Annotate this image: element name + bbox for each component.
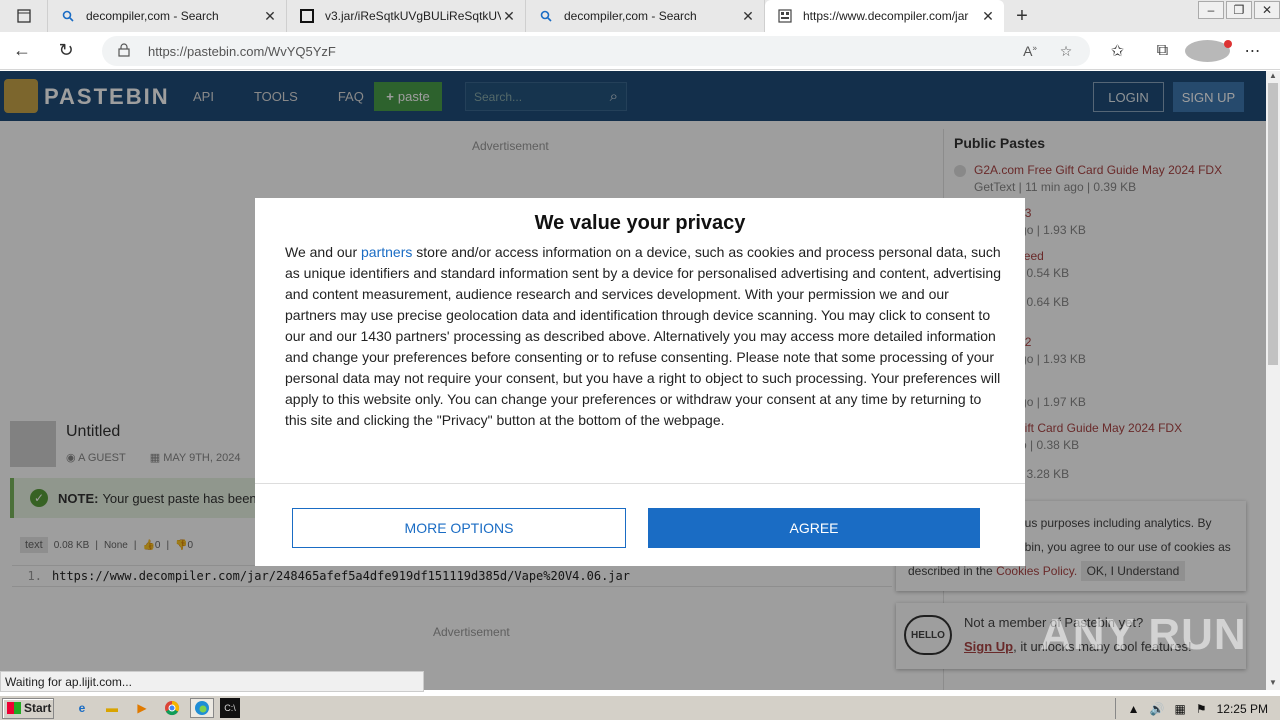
avatar: [1185, 40, 1232, 62]
more-options-button[interactable]: MORE OPTIONS: [292, 508, 626, 548]
address-bar: ← ↻ https://pastebin.com/WvYQ5YzF A» ☆ ✩…: [0, 32, 1280, 70]
refresh-button[interactable]: ↻: [44, 32, 88, 70]
edge-icon[interactable]: [190, 698, 214, 718]
privacy-consent-dialog: We value your privacy We and our partner…: [255, 198, 1025, 566]
more-options-icon[interactable]: ⋯: [1230, 41, 1275, 61]
url-text: https://pastebin.com/WvYQ5YzF: [148, 43, 336, 59]
volume-icon[interactable]: 🔊: [1150, 702, 1165, 716]
url-field[interactable]: https://pastebin.com/WvYQ5YzF: [102, 36, 1090, 66]
browser-tab-3[interactable]: decompiler,com - Search ✕: [526, 0, 765, 32]
search-icon: [60, 8, 76, 24]
partners-link[interactable]: partners: [361, 244, 412, 260]
close-window-button[interactable]: ✕: [1254, 1, 1280, 19]
taskbar: Start e ▬ ▶ C:\ ▲ 🔊 ▦ ⚑ 12:25 PM: [0, 695, 1280, 720]
arrow-left-icon: ←: [13, 40, 31, 60]
system-tray: ▲ 🔊 ▦ ⚑ 12:25 PM: [1114, 698, 1280, 719]
clock[interactable]: 12:25 PM: [1217, 702, 1268, 716]
close-tab-icon[interactable]: ✕: [980, 8, 996, 25]
dialog-title: We value your privacy: [534, 212, 746, 234]
close-tab-icon[interactable]: ✕: [501, 8, 517, 25]
add-favorite-icon[interactable]: ☆: [1048, 43, 1084, 60]
collections-icon[interactable]: ⧉: [1140, 42, 1185, 60]
scroll-up-icon[interactable]: ▲: [1266, 71, 1280, 83]
browser-tab-1[interactable]: decompiler,com - Search ✕: [48, 0, 287, 32]
quick-launch: e ▬ ▶ C:\: [70, 698, 240, 718]
close-tab-icon[interactable]: ✕: [740, 8, 756, 25]
page-scrollbar[interactable]: ▲ ▼: [1266, 71, 1280, 690]
body-intro: We and our: [285, 244, 362, 260]
page-content: PASTEBIN API TOOLS FAQ + paste Search...…: [0, 71, 1266, 690]
read-aloud-icon[interactable]: A»: [1012, 43, 1048, 59]
folder-icon[interactable]: ▬: [100, 698, 124, 718]
network-icon[interactable]: ▦: [1175, 702, 1186, 716]
tab-actions-button[interactable]: [0, 0, 48, 32]
ie-icon[interactable]: e: [70, 698, 94, 718]
cmd-icon[interactable]: C:\: [220, 698, 240, 718]
agree-button[interactable]: AGREE: [648, 508, 980, 548]
tab-title: decompiler,com - Search: [86, 9, 219, 23]
tab-title: decompiler,com - Search: [564, 9, 697, 23]
profile-button[interactable]: [1185, 40, 1232, 62]
close-tab-icon[interactable]: ✕: [262, 8, 278, 25]
browser-tab-2[interactable]: v3.jar/iReSqtkUVgBULiReSqtkUVg ✕: [287, 0, 526, 32]
scroll-thumb[interactable]: [1268, 83, 1278, 365]
chevron-up-icon[interactable]: ▲: [1128, 702, 1140, 716]
scroll-down-icon[interactable]: ▼: [1266, 678, 1280, 690]
chrome-icon[interactable]: [160, 698, 184, 718]
back-button[interactable]: ←: [0, 32, 44, 70]
refresh-icon: ↻: [58, 40, 74, 60]
minimize-button[interactable]: –: [1198, 1, 1224, 19]
favorites-icon[interactable]: ✩: [1095, 41, 1140, 61]
dialog-body: We and our partners store and/or access …: [285, 242, 1001, 431]
media-player-icon[interactable]: ▶: [130, 698, 154, 718]
lock-icon: [118, 42, 132, 60]
windows-logo-icon: [7, 702, 21, 714]
page-icon: [777, 8, 793, 24]
action-center-flag-icon[interactable]: ⚑: [1196, 702, 1207, 716]
anyrun-watermark-logo: ANY RUN: [1040, 610, 1247, 659]
new-tab-button[interactable]: +: [1004, 0, 1040, 32]
address-actions: A» ☆: [1012, 32, 1084, 70]
tab-actions-icon: [16, 9, 31, 23]
browser-tab-4[interactable]: https://www.decompiler.com/jar ✕: [765, 0, 1004, 32]
tab-title: https://www.decompiler.com/jar: [803, 9, 969, 23]
tab-title: v3.jar/iReSqtkUVgBULiReSqtkUVg: [325, 9, 501, 23]
start-label: Start: [24, 701, 52, 715]
status-bar: Waiting for ap.lijit.com...: [0, 671, 424, 692]
dialog-divider: [255, 483, 1025, 484]
body-text: store and/or access information on a dev…: [285, 244, 1001, 428]
search-icon: [538, 8, 554, 24]
maximize-button[interactable]: ❐: [1226, 1, 1252, 19]
window-controls: – ❐ ✕: [1196, 0, 1280, 20]
app-icon: [299, 8, 315, 24]
start-button[interactable]: Start: [2, 697, 54, 719]
browser-toolbar: ✩ ⧉ ⋯: [1095, 32, 1275, 70]
tab-bar: decompiler,com - Search ✕ v3.jar/iReSqtk…: [0, 0, 1280, 32]
